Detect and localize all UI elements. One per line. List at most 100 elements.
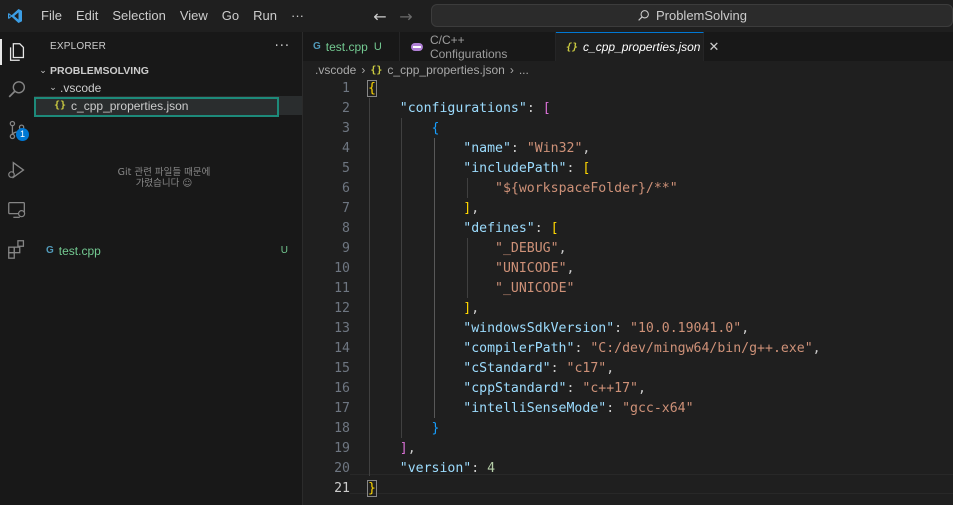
code-line-1: { <box>367 80 377 97</box>
line-number: 7 <box>342 201 350 216</box>
search-icon[interactable] <box>0 73 34 107</box>
explorer-header: EXPLORER ··· <box>34 32 302 60</box>
menu-view[interactable]: View <box>173 0 215 32</box>
activity-bar: 1 <box>0 32 34 505</box>
code-line-2: "configurations": [ <box>399 101 551 116</box>
breadcrumb-file[interactable]: c_cpp_properties.json <box>387 63 504 77</box>
line-number: 10 <box>334 261 350 276</box>
test-cpp-label: test.cpp <box>58 243 101 258</box>
tab-test-cpp[interactable]: G test.cpp U <box>303 32 400 61</box>
line-number: 11 <box>334 281 350 296</box>
code-line-18: } <box>431 421 440 436</box>
navigation-arrows: ← → <box>372 0 414 32</box>
code-line-19: ], <box>399 441 416 456</box>
code-line-21: } <box>367 480 377 497</box>
breadcrumb: .vscode › {} c_cpp_properties.json › ... <box>303 61 953 79</box>
command-center-label: ProblemSolving <box>655 8 748 23</box>
json-file-icon: {} <box>566 41 579 53</box>
line-number: 3 <box>342 121 350 136</box>
command-center[interactable]: ProblemSolving <box>431 4 953 27</box>
line-number: 6 <box>342 181 350 196</box>
explorer-icon[interactable] <box>0 35 34 69</box>
tab-json-label: c_cpp_properties.json <box>583 40 701 54</box>
code-line-10: "UNICODE", <box>495 261 575 276</box>
line-number: 21 <box>334 481 350 496</box>
source-control-icon[interactable]: 1 <box>0 113 34 147</box>
line-number: 2 <box>342 101 350 116</box>
tree-file-test-cpp[interactable]: G test.cpp U <box>34 241 302 260</box>
tab-c-cpp-properties[interactable]: {} c_cpp_properties.json ✕ <box>556 32 719 61</box>
menu-more[interactable]: ··· <box>284 0 311 32</box>
remote-explorer-icon[interactable] <box>0 193 34 227</box>
explorer-sidebar: EXPLORER ··· ⌄ PROBLEMSOLVING ⌄ .vscode … <box>34 32 303 505</box>
tab-test-cpp-label: test.cpp <box>325 39 368 54</box>
menu-file[interactable]: File <box>34 0 69 32</box>
code-editor[interactable]: 1 2 3 4 5 6 7 8 9 10 11 12 13 14 15 16 17 18 19 20 21 { "con… <box>303 79 953 505</box>
git-note-line1: Git 관련 파일들 때문에 <box>117 167 211 178</box>
breadcrumb-more[interactable]: ... <box>519 63 529 77</box>
cpp-file-icon: G <box>46 245 54 256</box>
line-number: 18 <box>334 421 350 436</box>
tab-untracked-status: U <box>373 40 382 53</box>
settings-ui-icon <box>410 42 423 51</box>
json-file-icon: {} <box>370 64 383 76</box>
explorer-title: EXPLORER <box>50 40 107 52</box>
line-number: 12 <box>334 301 350 316</box>
code-line-13: "windowsSdkVersion": "10.0.19041.0", <box>463 321 750 336</box>
line-number: 4 <box>342 141 350 156</box>
git-note-line2: 가렸습니다 ☺ <box>135 178 193 189</box>
code-line-15: "cStandard": "c17", <box>463 361 615 376</box>
tree-folder-vscode[interactable]: ⌄ .vscode <box>34 78 302 97</box>
extensions-icon[interactable] <box>0 232 34 266</box>
title-bar: File Edit Selection View Go Run ··· ← → … <box>0 0 953 32</box>
back-arrow-icon[interactable]: ← <box>372 7 388 26</box>
code-line-17: "intelliSenseMode": "gcc-x64" <box>463 401 694 416</box>
code-line-8: "defines": [ <box>463 221 559 236</box>
menu-bar: File Edit Selection View Go Run ··· <box>34 0 311 32</box>
code-line-11: "_UNICODE" <box>495 281 575 296</box>
line-number: 15 <box>334 361 350 376</box>
source-control-badge: 1 <box>16 128 29 141</box>
code-line-7: ], <box>463 201 480 216</box>
code-line-14: "compilerPath": "C:/dev/mingw64/bin/g++.… <box>463 341 821 356</box>
chevron-right-icon: › <box>361 63 366 77</box>
line-number: 5 <box>342 161 350 176</box>
explorer-more-actions[interactable]: ··· <box>275 39 290 54</box>
untracked-status: U <box>280 245 288 256</box>
code-line-9: "_DEBUG", <box>495 241 567 256</box>
code-line-16: "cppStandard": "c++17", <box>463 381 646 396</box>
line-number: 8 <box>342 221 350 236</box>
chevron-down-icon: ⌄ <box>49 82 57 92</box>
code-line-5: "includePath": [ <box>463 161 591 176</box>
code-line-4: "name": "Win32", <box>463 141 591 156</box>
highlight-box <box>34 97 279 117</box>
close-icon[interactable]: ✕ <box>708 39 719 55</box>
menu-selection[interactable]: Selection <box>105 0 172 32</box>
tab-cpp-configurations[interactable]: C/C++ Configurations <box>400 32 556 61</box>
vscode-folder-label: .vscode <box>60 80 102 95</box>
search-icon <box>638 10 649 21</box>
code-line-20: "version": 4 <box>399 461 496 476</box>
line-number: 1 <box>342 81 350 96</box>
line-number: 17 <box>334 401 350 416</box>
menu-run[interactable]: Run <box>246 0 284 32</box>
menu-edit[interactable]: Edit <box>69 0 105 32</box>
chevron-down-icon: ⌄ <box>39 65 47 75</box>
run-debug-icon[interactable] <box>0 153 34 187</box>
code-line-6: "${workspaceFolder}/**" <box>495 181 678 196</box>
line-number: 14 <box>334 341 350 356</box>
git-note: Git 관련 파일들 때문에 가렸습니다 ☺ <box>34 167 294 189</box>
menu-go[interactable]: Go <box>215 0 246 32</box>
root-folder-label: PROBLEMSOLVING <box>50 64 149 77</box>
line-number: 19 <box>334 441 350 456</box>
editor-tabs: G test.cpp U C/C++ Configurations {} c_c… <box>303 32 953 61</box>
cpp-file-icon: G <box>313 41 321 52</box>
line-number: 20 <box>334 461 350 476</box>
breadcrumb-folder[interactable]: .vscode <box>315 63 356 77</box>
line-number: 13 <box>334 321 350 336</box>
forward-arrow-icon[interactable]: → <box>398 7 414 26</box>
vscode-logo-icon <box>2 0 28 32</box>
line-number: 9 <box>342 241 350 256</box>
tab-cpp-configurations-label: C/C++ Configurations <box>429 32 508 61</box>
code-line-3: { <box>431 121 440 136</box>
